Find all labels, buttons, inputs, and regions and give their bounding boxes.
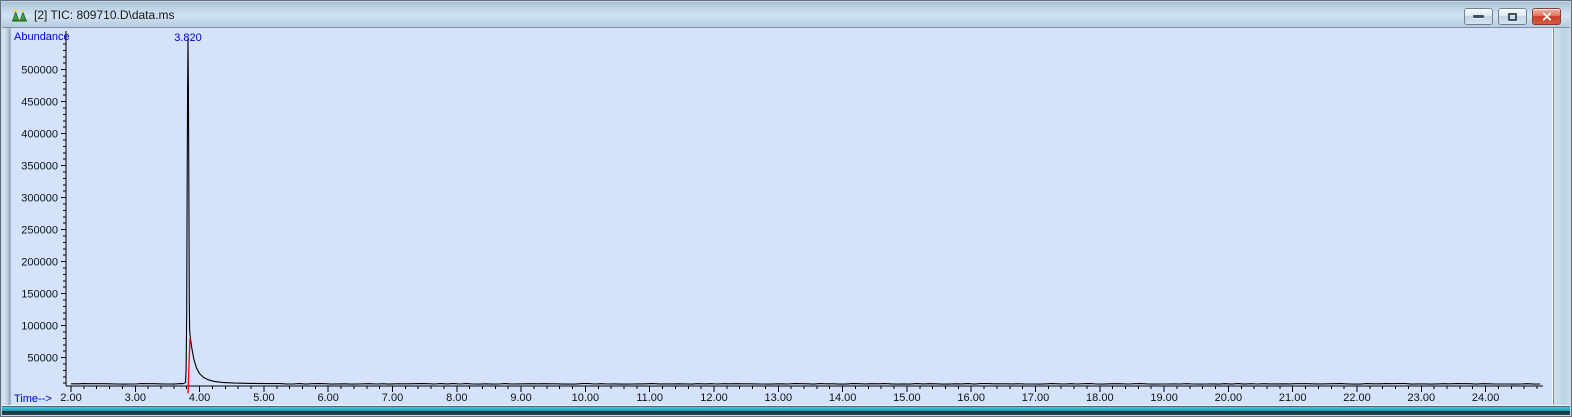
svg-text:24.00: 24.00 xyxy=(1472,392,1500,404)
minimize-button[interactable] xyxy=(1464,8,1493,25)
chromatogram-app-icon xyxy=(12,7,28,23)
svg-text:150000: 150000 xyxy=(21,289,58,301)
svg-text:7.00: 7.00 xyxy=(382,392,403,404)
chromatogram-window: [2] TIC: 809710.D\data.ms Abundance Time-… xyxy=(0,0,1572,417)
svg-text:14.00: 14.00 xyxy=(829,392,857,404)
svg-text:400000: 400000 xyxy=(21,129,58,141)
svg-text:21.00: 21.00 xyxy=(1279,392,1307,404)
close-button[interactable] xyxy=(1532,8,1561,25)
svg-text:5.00: 5.00 xyxy=(253,392,274,404)
svg-text:13.00: 13.00 xyxy=(765,392,793,404)
frame-bottom-edge xyxy=(2,411,1570,415)
svg-text:250000: 250000 xyxy=(21,225,58,237)
svg-text:20.00: 20.00 xyxy=(1215,392,1243,404)
svg-text:350000: 350000 xyxy=(21,161,58,173)
svg-text:23.00: 23.00 xyxy=(1408,392,1436,404)
titlebar[interactable]: [2] TIC: 809710.D\data.ms xyxy=(2,2,1570,28)
svg-text:6.00: 6.00 xyxy=(317,392,338,404)
svg-text:Time-->: Time--> xyxy=(14,393,52,405)
svg-text:2.00: 2.00 xyxy=(60,392,81,404)
svg-text:18.00: 18.00 xyxy=(1086,392,1114,404)
svg-text:22.00: 22.00 xyxy=(1343,392,1371,404)
svg-text:17.00: 17.00 xyxy=(1022,392,1050,404)
close-icon xyxy=(1541,11,1552,22)
svg-text:15.00: 15.00 xyxy=(893,392,921,404)
chromatogram-canvas[interactable]: AbundanceTime-->3.8202.00 3.00 4.00 5.00 6.0… xyxy=(11,28,1552,407)
svg-text:3.00: 3.00 xyxy=(125,392,146,404)
svg-text:200000: 200000 xyxy=(21,257,58,269)
svg-text:12.00: 12.00 xyxy=(700,392,728,404)
svg-text:4.00: 4.00 xyxy=(189,392,210,404)
maximize-icon xyxy=(1508,12,1517,21)
maximize-button[interactable] xyxy=(1498,8,1527,25)
svg-text:500000: 500000 xyxy=(21,65,58,77)
svg-text:16.00: 16.00 xyxy=(957,392,985,404)
svg-text:Abundance: Abundance xyxy=(14,31,70,43)
svg-text:9.00: 9.00 xyxy=(510,392,531,404)
svg-text:300000: 300000 xyxy=(21,193,58,205)
window-frame-right xyxy=(1553,28,1570,405)
svg-text:100000: 100000 xyxy=(21,321,58,333)
svg-text:10.00: 10.00 xyxy=(572,392,600,404)
window-title: [2] TIC: 809710.D\data.ms xyxy=(34,7,175,22)
svg-text:8.00: 8.00 xyxy=(446,392,467,404)
minimize-icon xyxy=(1473,15,1484,18)
window-frame-left xyxy=(2,28,11,405)
window-controls xyxy=(1464,8,1561,25)
svg-text:50000: 50000 xyxy=(27,353,58,365)
svg-text:11.00: 11.00 xyxy=(636,392,663,404)
svg-text:19.00: 19.00 xyxy=(1150,392,1178,404)
chromatogram-plot[interactable]: Abundance Time--> 3.820 2.00 3.00 4.00 5.00 6.0… xyxy=(11,28,1553,407)
svg-text:450000: 450000 xyxy=(21,97,58,109)
